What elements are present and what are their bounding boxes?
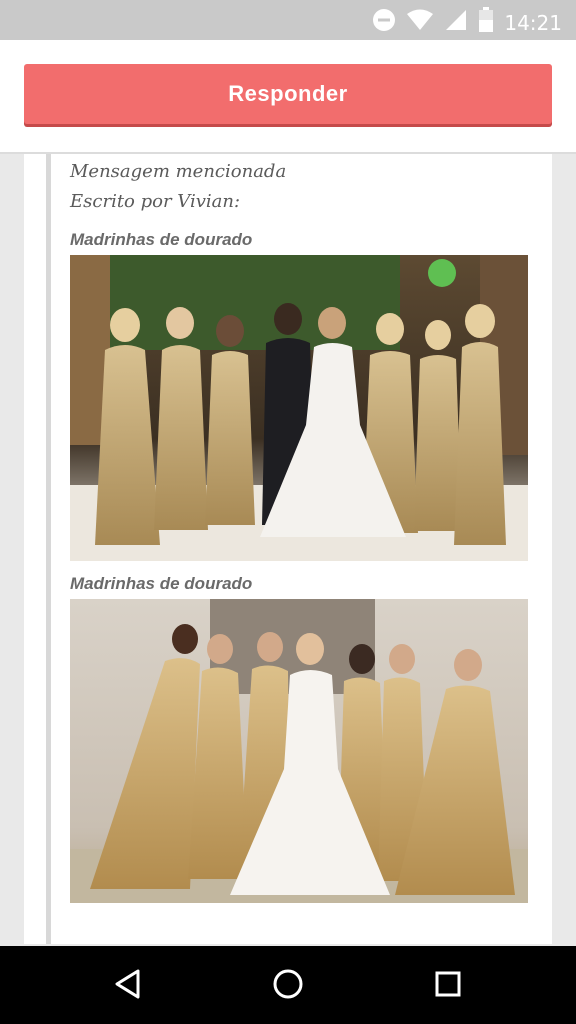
back-icon [113,968,143,1005]
recents-icon [434,970,462,1003]
author-line: Escrito por Vivian: [70,191,241,212]
wedding-photo-2[interactable] [70,599,528,903]
message-card: Mensagem mencionada Escrito por Vivian: … [24,154,552,944]
status-time: 14:21 [504,10,562,35]
signal-icon [444,8,468,37]
reply-button[interactable]: Responder [24,64,552,124]
navigation-bar [0,946,576,1024]
photo-caption: Madrinhas de dourado [70,230,253,249]
reply-toolbar: Responder [0,40,576,154]
wifi-icon [406,8,434,37]
do-not-disturb-icon [372,8,396,37]
recents-button[interactable] [418,966,478,1006]
home-icon [272,968,304,1005]
home-button[interactable] [258,966,318,1006]
battery-icon [478,7,494,38]
photo-caption: Madrinhas de dourado [70,574,253,593]
status-icons: 14:21 [372,7,562,38]
wedding-photo-1[interactable] [70,255,528,561]
status-bar: 14:21 [0,0,576,40]
back-button[interactable] [98,966,158,1006]
mention-label: Mensagem mencionada [70,161,287,182]
quote-bar [46,154,51,944]
